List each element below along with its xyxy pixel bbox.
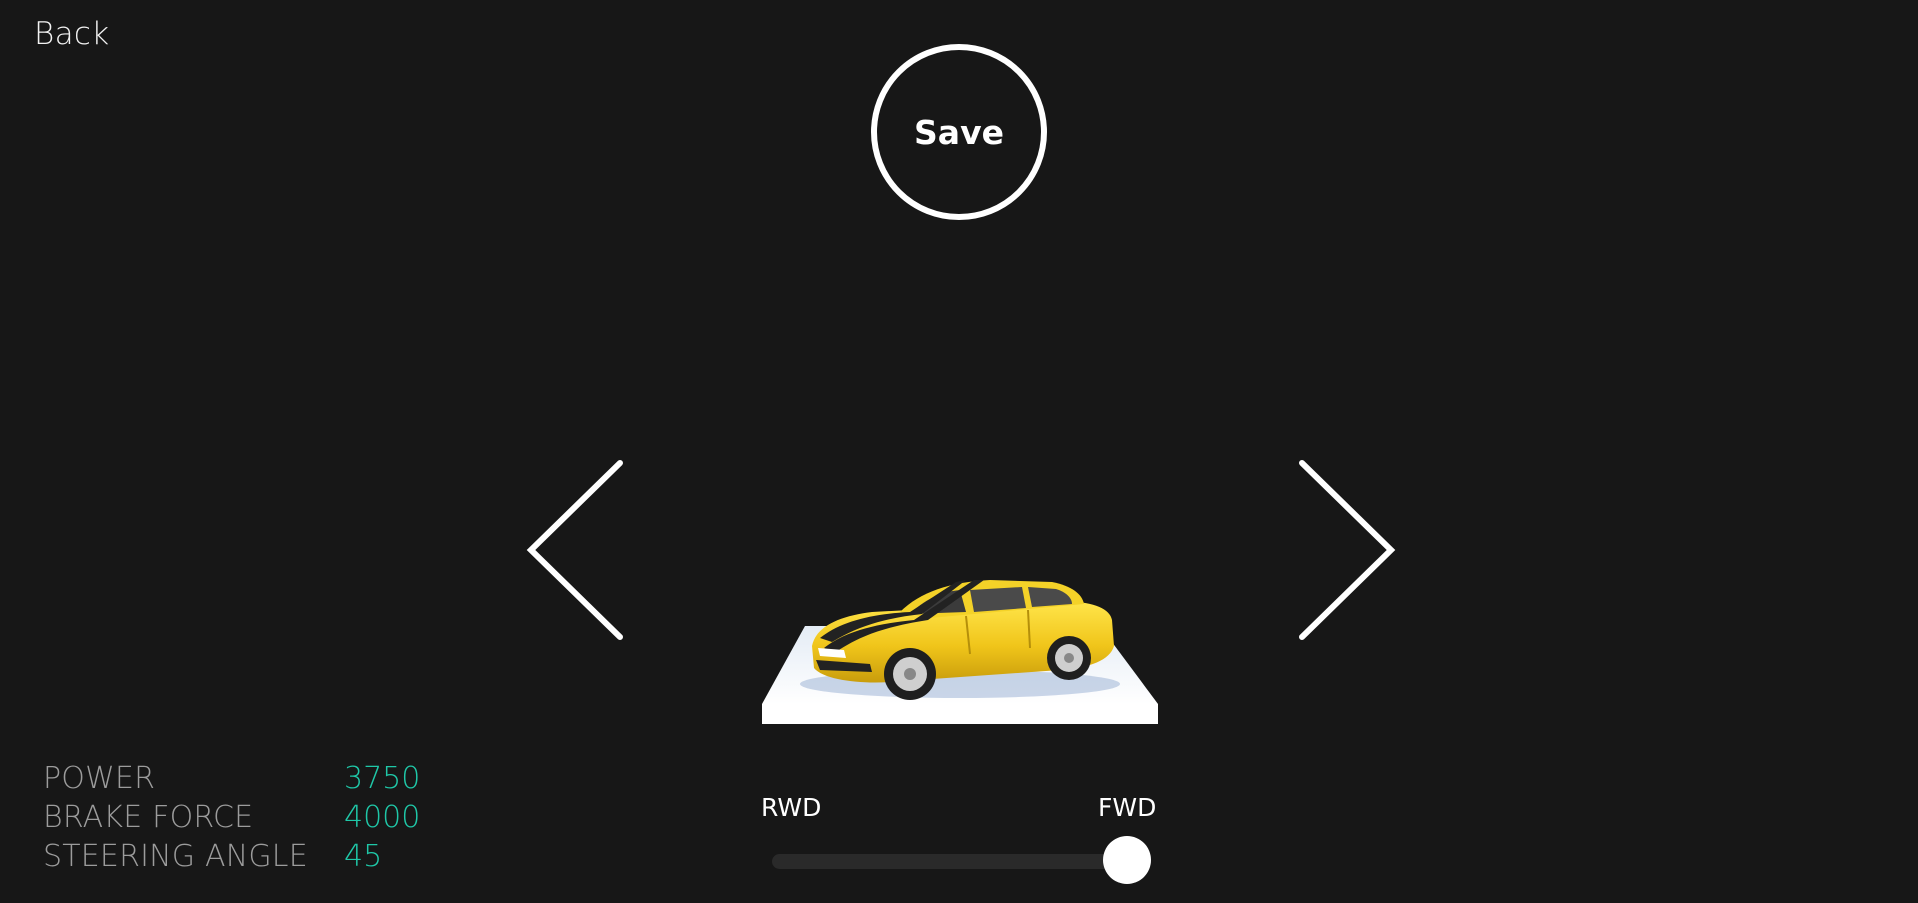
rwd-label: RWD — [761, 793, 822, 822]
stat-label: BRAKE FORCE — [43, 800, 254, 835]
car-model-image — [762, 580, 1158, 724]
car-preview — [760, 556, 1158, 724]
stat-label: POWER — [43, 761, 156, 796]
stat-row-brake-force: BRAKE FORCE 4000 — [43, 798, 420, 837]
chevron-left-icon — [526, 460, 623, 640]
chevron-right-icon — [1299, 460, 1396, 640]
next-car-button[interactable] — [1290, 455, 1400, 645]
stat-value: 4000 — [344, 800, 421, 835]
save-button[interactable]: Save — [871, 44, 1047, 220]
car-stats-panel: POWER 3750 BRAKE FORCE 4000 STEERING ANG… — [43, 759, 420, 876]
back-button[interactable]: Back — [34, 16, 110, 52]
stat-value: 3750 — [344, 761, 421, 796]
save-label: Save — [914, 112, 1004, 152]
fwd-label: FWD — [1098, 793, 1157, 822]
car-select-screen: Back Save POWER 3750 BRAKE FORCE 4000 ST… — [0, 0, 1918, 903]
drivetrain-slider-track[interactable] — [772, 854, 1128, 869]
stat-value: 45 — [344, 839, 383, 874]
stat-row-power: POWER 3750 — [43, 759, 420, 798]
stat-row-steering-angle: STEERING ANGLE 45 — [43, 837, 420, 876]
drivetrain-slider-thumb[interactable] — [1103, 836, 1151, 884]
stat-label: STEERING ANGLE — [43, 839, 308, 874]
previous-car-button[interactable] — [522, 455, 632, 645]
